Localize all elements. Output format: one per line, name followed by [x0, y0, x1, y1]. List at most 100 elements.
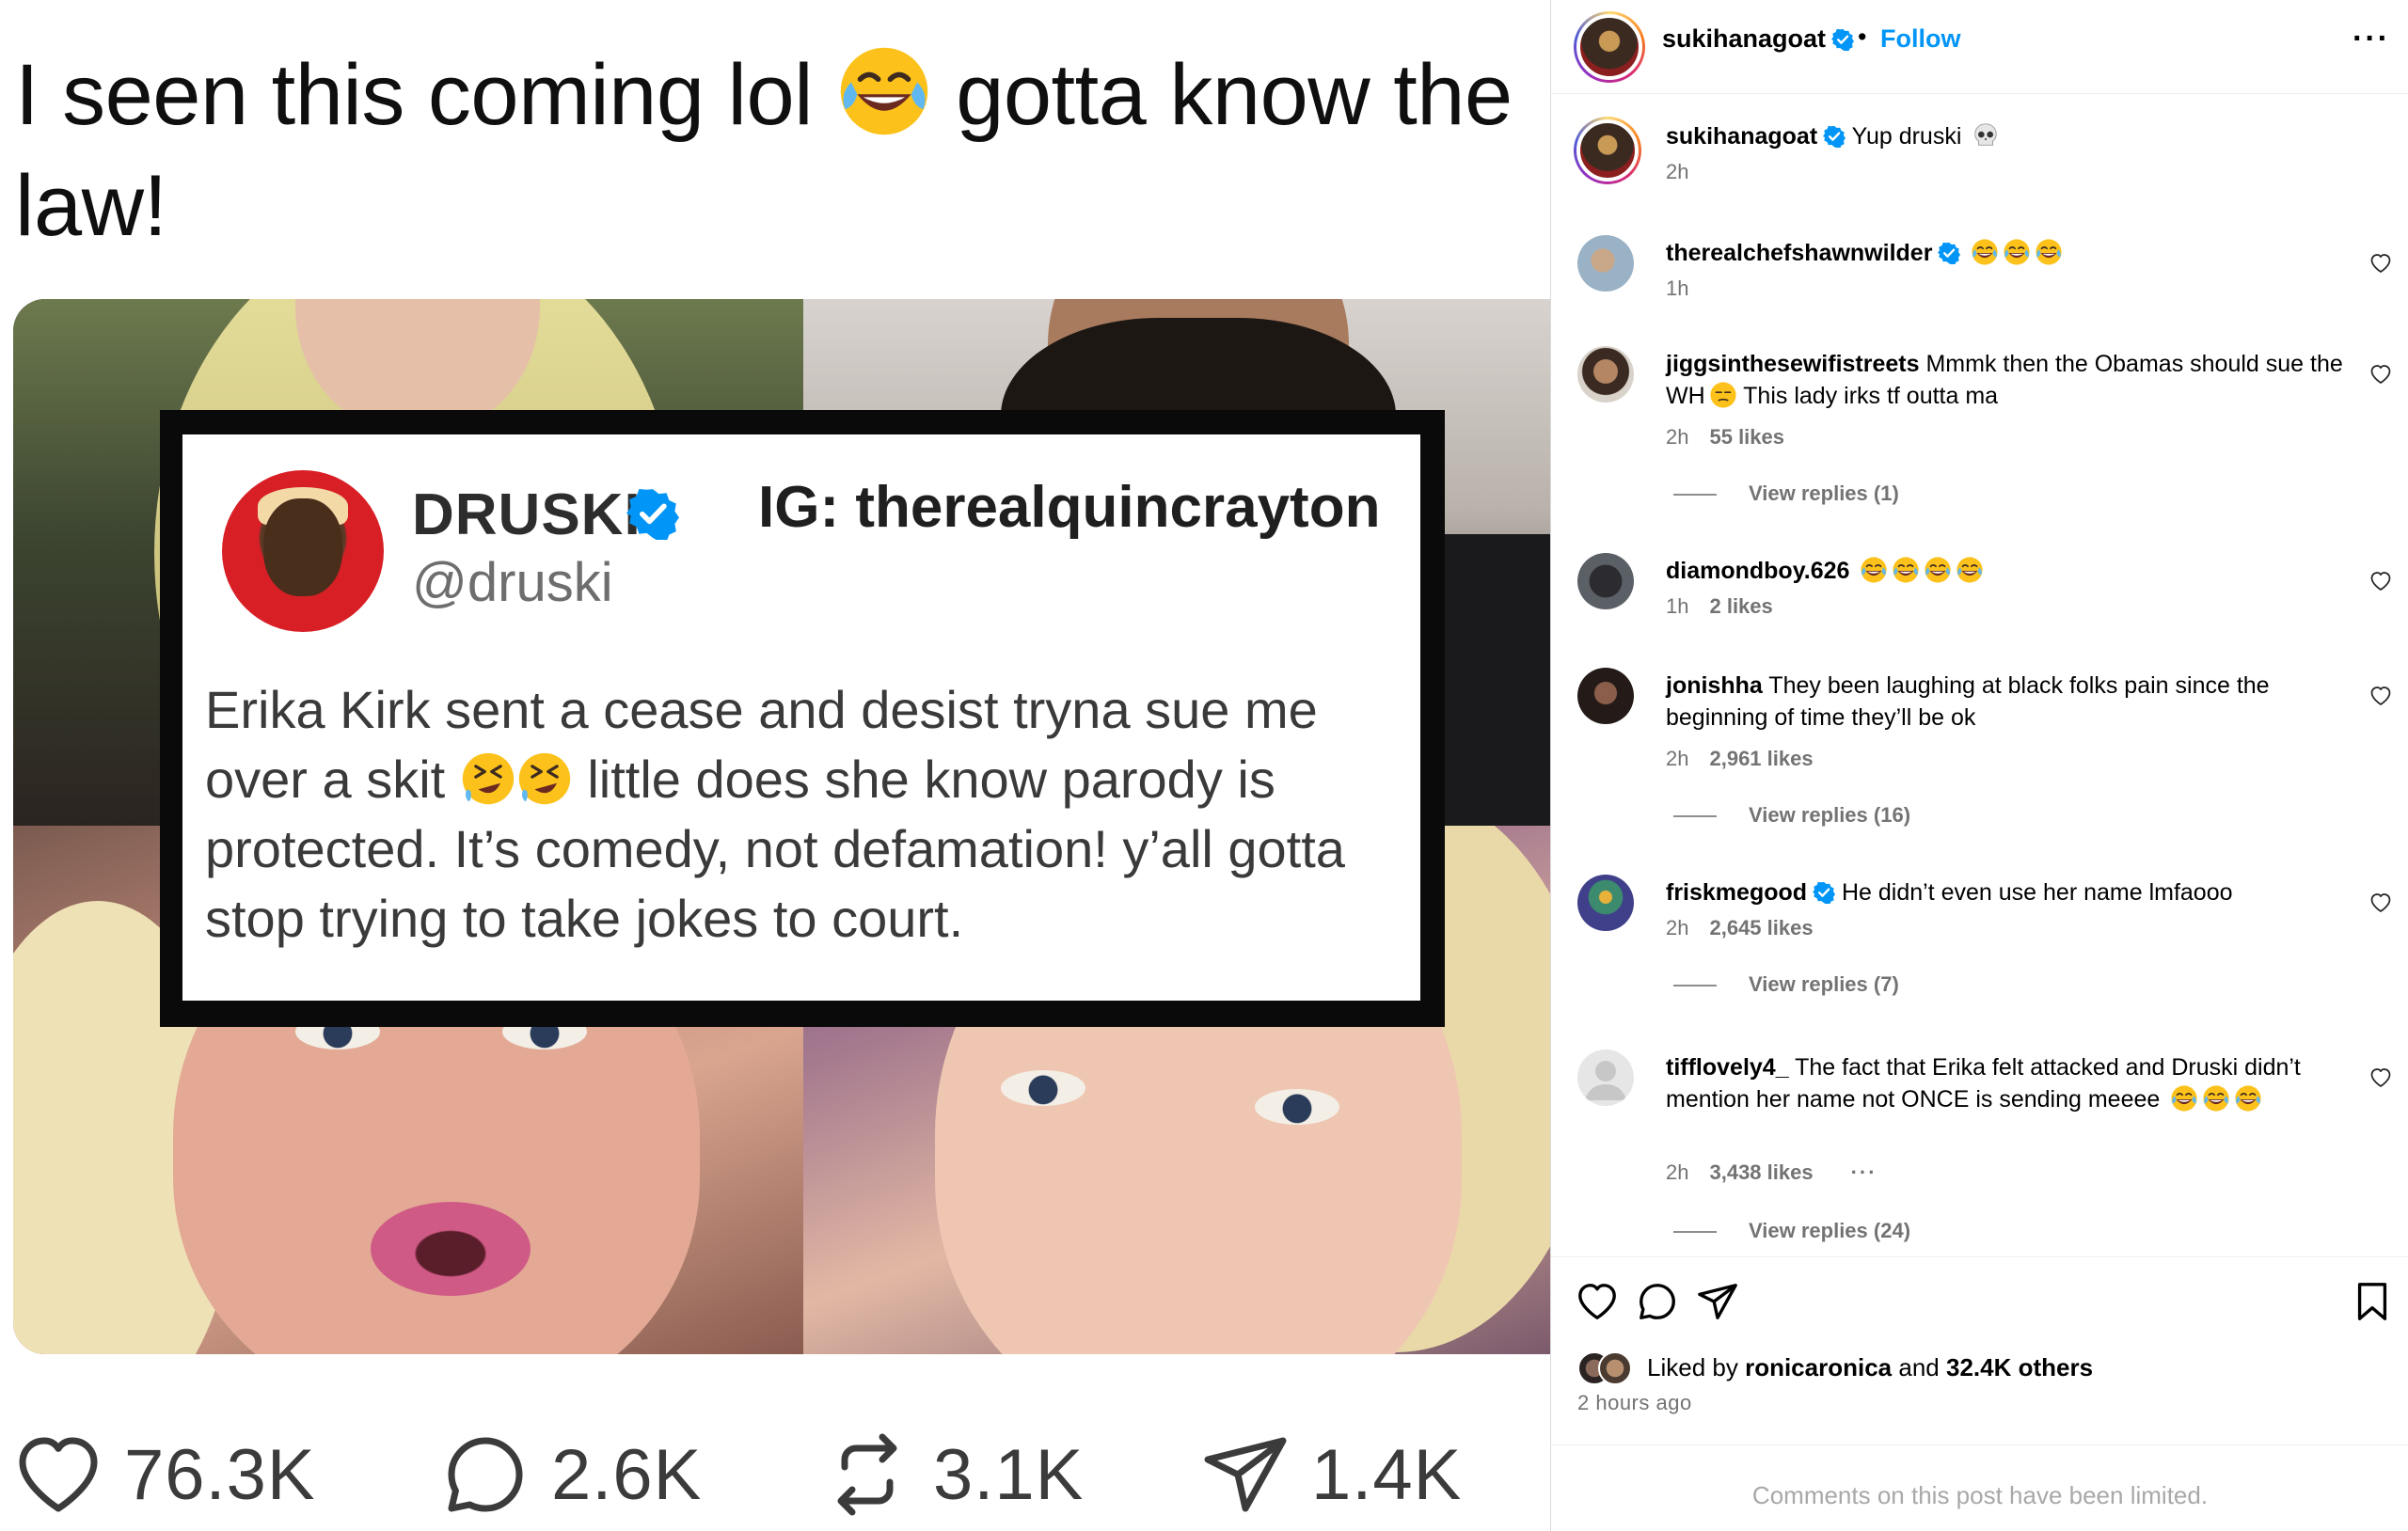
avatar: [1576, 14, 1642, 80]
avatar[interactable]: [1577, 346, 1634, 402]
comment-username[interactable]: jiggsinthesewifistreets: [1666, 351, 1920, 377]
comment-body: Yup druski: [1851, 123, 1962, 150]
liked-by-others[interactable]: 32.4K others: [1946, 1353, 2093, 1381]
comment-text: therealchefshawnwilder: [1666, 237, 2343, 269]
laughing-emoji: [1924, 556, 1952, 584]
comment-username[interactable]: jonishha: [1666, 672, 1763, 699]
like-comment-heart-icon[interactable]: [2369, 892, 2392, 914]
follow-button[interactable]: Follow: [1880, 24, 1960, 54]
heart-icon[interactable]: [1576, 1280, 1619, 1323]
author-username[interactable]: sukihanagoat: [1662, 24, 1854, 54]
post-header: sukihanagoat • Follow ···: [1551, 0, 2408, 94]
comment-username[interactable]: friskmegood: [1666, 879, 1807, 906]
like-action[interactable]: 76.3K: [13, 1429, 316, 1520]
avatar[interactable]: [1577, 668, 1634, 724]
comment-meta: 2h: [1666, 160, 1688, 184]
post-timestamp[interactable]: 2 hours ago: [1577, 1391, 1692, 1415]
verified-icon: [626, 487, 679, 540]
comment-count: 2.6K: [551, 1434, 703, 1515]
comment-username[interactable]: therealchefshawnwilder: [1666, 240, 1932, 266]
comment-time: 2h: [1666, 160, 1689, 183]
verified-icon: [1938, 242, 1960, 264]
author-username-text: sukihanagoat: [1662, 24, 1827, 53]
comment-list[interactable]: sukihanagoat Yup druski 2h therealchefsh…: [1551, 94, 2408, 1251]
comment-username[interactable]: diamondboy.626: [1666, 558, 1849, 584]
liked-by-text: Liked by ronicaronica and 32.4K others: [1647, 1353, 2093, 1382]
post-media: I seen this coming lol gotta know the la…: [0, 0, 1550, 1531]
comment-likes[interactable]: 2 likes: [1709, 594, 1772, 618]
comment-likes[interactable]: 3,438 likes: [1709, 1160, 1813, 1184]
laughing-emoji: [1892, 556, 1920, 584]
share-icon[interactable]: [1696, 1280, 1739, 1323]
repost-action[interactable]: 3.1K: [822, 1429, 1084, 1520]
eye-shape: [1001, 1070, 1085, 1106]
liked-by-user[interactable]: ronicaronica: [1745, 1353, 1892, 1381]
share-action[interactable]: 1.4K: [1200, 1429, 1462, 1520]
verified-icon: [1813, 881, 1835, 904]
verified-icon: [1823, 125, 1846, 148]
comment-item: diamondboy.626 1h 2 likes: [1551, 553, 2408, 638]
eye-shape: [1255, 1089, 1339, 1125]
like-comment-heart-icon[interactable]: [2369, 570, 2392, 592]
view-replies-button[interactable]: View replies (7): [1673, 972, 1899, 997]
author-avatar-ring[interactable]: [1574, 11, 1645, 83]
comment-username[interactable]: sukihanagoat: [1666, 123, 1817, 150]
avatar-ring[interactable]: [1574, 117, 1641, 184]
view-replies-button[interactable]: View replies (24): [1673, 1219, 1910, 1243]
verified-icon: [1831, 28, 1854, 51]
comment-username[interactable]: tifflovely4_: [1666, 1054, 1789, 1081]
liked-by-prefix: Liked by: [1647, 1353, 1738, 1381]
bookmark-icon[interactable]: [2351, 1280, 2394, 1323]
unamused-emoji: [1709, 381, 1737, 409]
comment-time: 2h: [1666, 425, 1689, 449]
rofl-emoji: [516, 750, 573, 807]
avatar: [1576, 119, 1639, 182]
comment-item: friskmegood He didn’t even use her name …: [1551, 875, 2408, 1006]
avatar: [1598, 1351, 1632, 1385]
repost-icon: [837, 1433, 897, 1516]
comments-limited-notice: Comments on this post have been limited.: [1551, 1444, 2408, 1531]
laughing-emoji: [2035, 238, 2063, 266]
comment-text: jonishha They been laughing at black fol…: [1666, 670, 2343, 734]
view-replies-button[interactable]: View replies (16): [1673, 803, 1910, 828]
comment-text: jiggsinthesewifistreets Mmmk then the Ob…: [1666, 348, 2343, 412]
tweet-body: Erika Kirk sent a cease and desist tryna…: [205, 675, 1409, 954]
comment-meta: 2h 2,961 likes: [1666, 747, 1814, 771]
share-count: 1.4K: [1311, 1434, 1463, 1515]
comment-action[interactable]: 2.6K: [440, 1429, 702, 1520]
comment-item: jonishha They been laughing at black fol…: [1551, 668, 2408, 837]
liked-by-avatars: [1577, 1351, 1638, 1385]
avatar[interactable]: [1577, 875, 1634, 931]
like-comment-heart-icon[interactable]: [2369, 685, 2392, 707]
like-comment-heart-icon[interactable]: [2369, 252, 2392, 275]
comment-meta: 1h 2 likes: [1666, 594, 1773, 619]
laughing-emoji: [2202, 1084, 2230, 1113]
comment-time: 2h: [1666, 747, 1689, 770]
comment-item: therealchefshawnwilder 1h: [1551, 235, 2408, 320]
lips-shape: [371, 1202, 531, 1296]
tweet-author-handle: @druski: [412, 552, 613, 613]
comment-likes[interactable]: 2,961 likes: [1709, 747, 1813, 770]
comment-meta: 2h 2,645 likes: [1666, 916, 1814, 940]
skull-emoji: [1972, 121, 2000, 150]
avatar[interactable]: [1577, 1050, 1634, 1106]
more-icon[interactable]: ···: [2353, 21, 2390, 57]
comment-text: diamondboy.626: [1666, 555, 2343, 587]
avatar[interactable]: [1577, 553, 1634, 609]
comment-likes[interactable]: 2,645 likes: [1709, 916, 1813, 939]
tweet-avatar: [222, 470, 384, 632]
like-comment-heart-icon[interactable]: [2369, 1066, 2392, 1089]
view-replies-button[interactable]: View replies (1): [1673, 481, 1899, 506]
comment-time: 1h: [1666, 276, 1689, 300]
avatar[interactable]: [1577, 235, 1634, 292]
comment-more-icon[interactable]: ···: [1851, 1160, 1877, 1184]
comment-text: friskmegood He didn’t even use her name …: [1666, 876, 2343, 908]
comment-body-continued: This lady irks tf outta ma: [1743, 383, 1999, 409]
comment-icon[interactable]: [1636, 1280, 1679, 1323]
comment-time: 2h: [1666, 1160, 1689, 1184]
comment-likes[interactable]: 55 likes: [1709, 425, 1784, 449]
comment-text: tifflovely4_ The fact that Erika felt at…: [1666, 1051, 2343, 1115]
post-action-bar: Liked by ronicaronica and 32.4K others 2…: [1551, 1256, 2408, 1444]
separator-dot: •: [1858, 23, 1867, 51]
like-comment-heart-icon[interactable]: [2369, 363, 2392, 386]
